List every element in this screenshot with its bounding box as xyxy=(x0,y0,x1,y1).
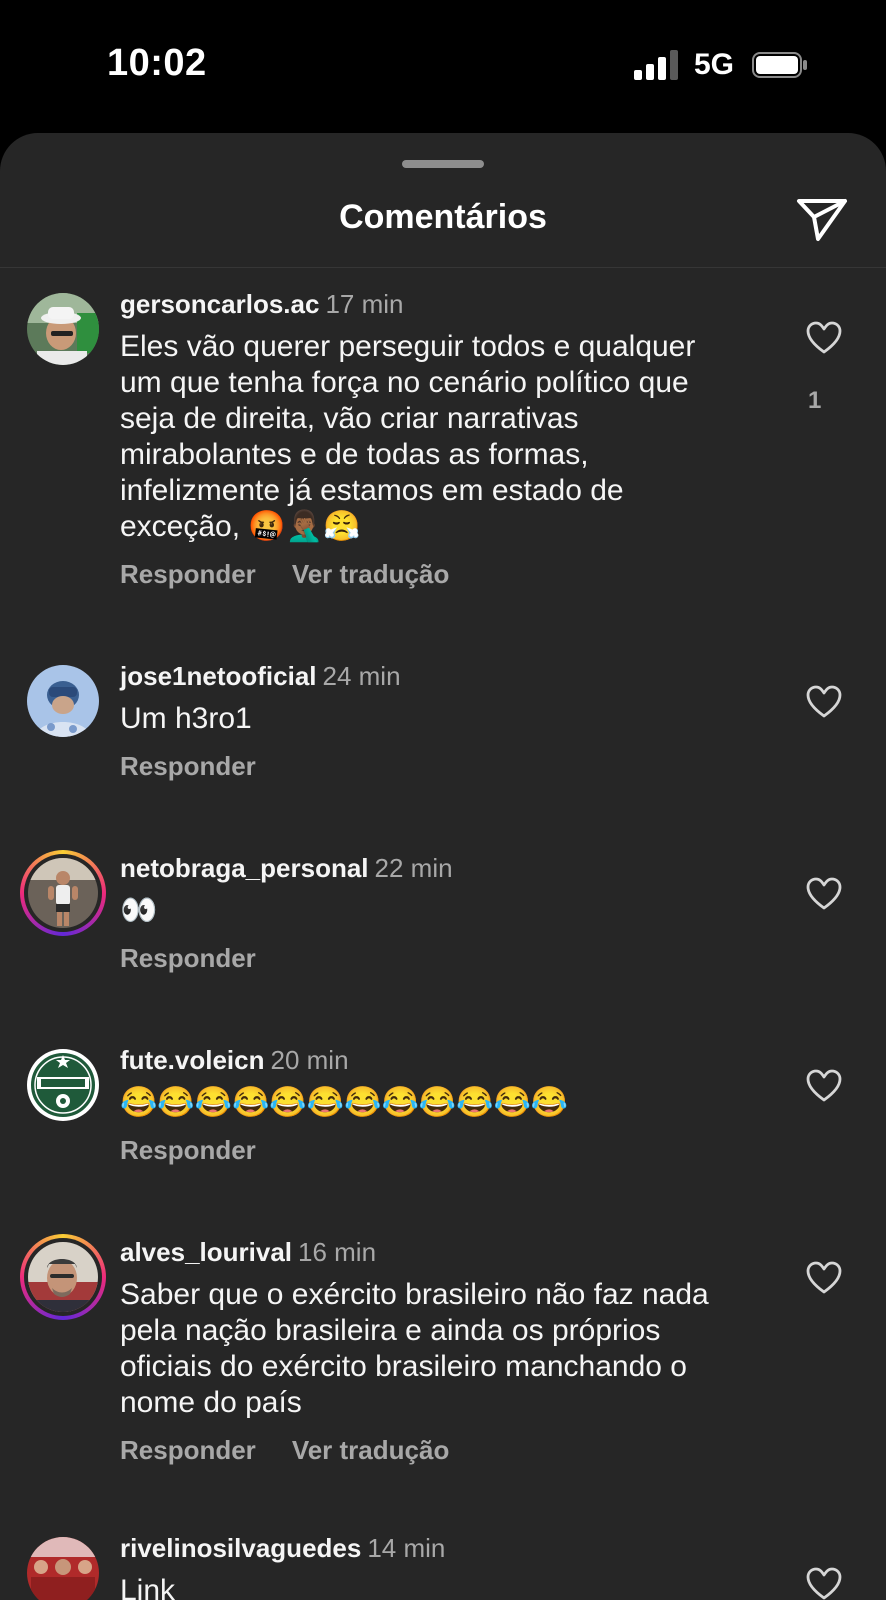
reply-button[interactable]: Responder xyxy=(120,559,256,589)
heart-outline-icon[interactable] xyxy=(806,685,842,719)
comment-text: 👀 xyxy=(120,894,158,927)
like-count: 1 xyxy=(808,387,822,414)
comment-meta: alves_lourival 16 min xyxy=(120,1237,376,1268)
comment-meta: netobraga_personal 22 min xyxy=(120,853,453,884)
avatar[interactable] xyxy=(27,1049,99,1121)
paper-plane-icon[interactable] xyxy=(796,195,848,243)
comment-username[interactable]: rivelinosilvaguedes xyxy=(120,1533,361,1563)
comment-time: 14 min xyxy=(367,1533,446,1563)
heart-outline-icon[interactable] xyxy=(806,1069,842,1103)
comment-text: Link xyxy=(120,1574,176,1600)
avatar[interactable] xyxy=(27,1537,99,1600)
network-type: 5G xyxy=(694,48,735,81)
avatar-story-ring[interactable] xyxy=(20,1234,106,1320)
status-time: 10:02 xyxy=(107,42,207,84)
heart-outline-icon[interactable] xyxy=(806,1567,842,1600)
comment-time: 20 min xyxy=(270,1045,349,1075)
avatar xyxy=(28,858,98,928)
comment-meta: gersoncarlos.ac 17 min xyxy=(120,289,403,320)
avatar-story-ring[interactable] xyxy=(20,850,106,936)
comment-actions: Responder Ver tradução xyxy=(120,559,485,590)
see-translation-button[interactable]: Ver tradução xyxy=(292,559,450,589)
comment-actions: Responder Ver tradução xyxy=(120,1435,485,1466)
avatar[interactable] xyxy=(27,665,99,737)
sheet-grabber[interactable] xyxy=(402,160,484,168)
comment-actions: Responder xyxy=(120,943,292,974)
battery-icon xyxy=(752,52,807,78)
heart-outline-icon[interactable] xyxy=(806,1261,842,1295)
comment-username[interactable]: alves_lourival xyxy=(120,1237,292,1267)
heart-outline-icon[interactable] xyxy=(806,321,842,355)
reply-button[interactable]: Responder xyxy=(120,1435,256,1465)
comment-actions: Responder xyxy=(120,1135,292,1166)
comment-username[interactable]: netobraga_personal xyxy=(120,853,369,883)
comment-text: 😂😂😂😂😂😂😂😂😂😂😂😂 xyxy=(120,1086,569,1119)
comment-text: Saber que o exército brasileiro não faz … xyxy=(120,1278,709,1419)
comment-actions: Responder xyxy=(120,751,292,782)
comment-username[interactable]: fute.voleicn xyxy=(120,1045,264,1075)
heart-outline-icon[interactable] xyxy=(806,877,842,911)
sheet-title: Comentários xyxy=(339,198,547,236)
header-divider xyxy=(0,267,886,268)
cellular-signal-icon xyxy=(634,50,678,80)
avatar xyxy=(28,1242,98,1312)
comment-meta: jose1netooficial 24 min xyxy=(120,661,401,692)
status-bar: 10:02 5G xyxy=(0,0,886,130)
comment-text: Eles vão querer perseguir todos e qualqu… xyxy=(120,330,696,543)
comment-time: 17 min xyxy=(325,289,404,319)
comments-sheet: Comentários gersoncarlos.ac 17 min Eles v… xyxy=(0,133,886,1600)
comment-time: 16 min xyxy=(298,1237,377,1267)
comment-text: Um h3ro1 xyxy=(120,702,252,735)
reply-button[interactable]: Responder xyxy=(120,1135,256,1165)
comment-username[interactable]: gersoncarlos.ac xyxy=(120,289,319,319)
comment-username[interactable]: jose1netooficial xyxy=(120,661,317,691)
see-translation-button[interactable]: Ver tradução xyxy=(292,1435,450,1465)
avatar[interactable] xyxy=(27,293,99,365)
comment-meta: fute.voleicn 20 min xyxy=(120,1045,349,1076)
comment-meta: rivelinosilvaguedes 14 min xyxy=(120,1533,445,1564)
futevolei-logo xyxy=(27,1049,99,1121)
reply-button[interactable]: Responder xyxy=(120,943,256,973)
comment-time: 22 min xyxy=(374,853,453,883)
reply-button[interactable]: Responder xyxy=(120,751,256,781)
comment-time: 24 min xyxy=(322,661,401,691)
